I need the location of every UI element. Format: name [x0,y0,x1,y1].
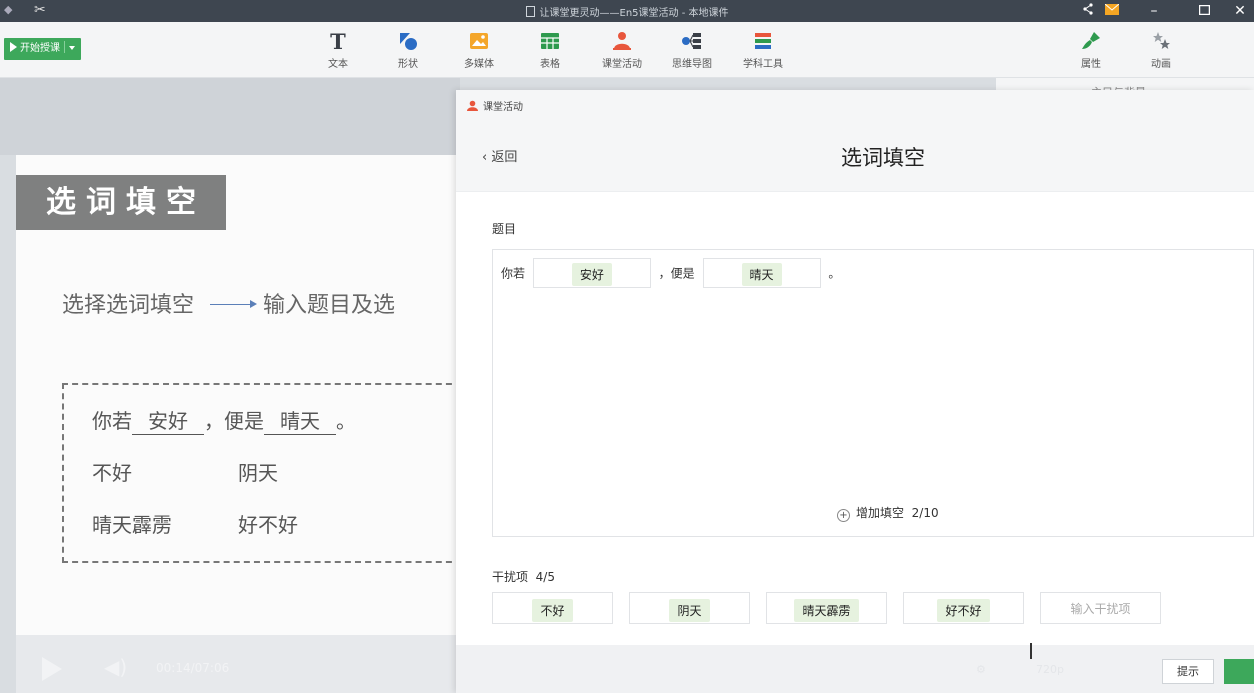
distractor-list: 不好 阴天 晴天霹雳 好不好 输入干扰项 [492,592,1161,624]
settings-icon[interactable]: ⚙ [976,663,986,676]
mindmap-icon [662,30,722,54]
shape-icon [378,30,438,54]
minimize-icon[interactable]: – [1140,0,1168,22]
arrow-icon [210,300,258,308]
text-icon: T [308,29,368,54]
confirm-button[interactable] [1224,659,1254,684]
tool-text[interactable]: T 文本 [308,29,368,70]
blank-cell[interactable]: 晴天 [702,258,821,288]
activity-panel: 课堂活动 ‹ 返回 选词填空 题目 你若 安好 ，便是 晴天 。 + 增加填空 2… [456,90,1254,693]
start-lesson-button[interactable]: 开始授课 [4,38,81,60]
distractor-item[interactable]: 好不好 [903,592,1024,624]
quality-label[interactable]: 720p [1036,663,1064,676]
question-sentence: 你若 安好 ，便是 晴天 。 [501,258,840,288]
flow-text: 选择选词填空 输入题目及选 [62,293,396,318]
distractor-item[interactable]: 阴天 [629,592,750,624]
answer-chip[interactable]: 晴天 [741,263,782,286]
tool-media[interactable]: 多媒体 [449,30,509,70]
blank-cell[interactable]: 安好 [532,258,651,288]
add-blank-button[interactable]: + 增加填空 2/10 [837,504,939,522]
panel-footer [456,645,1254,693]
question-label: 题目 [492,222,517,236]
distractor-item[interactable]: 晴天霹雳 [766,592,887,624]
title-bar: ◆ ✂ 让课堂更灵动——En5课堂活动 - 本地课件 – ✕ [0,0,1254,22]
chevron-left-icon: ‹ [482,150,488,165]
toolbar: 开始授课 T 文本 形状 多媒体 表格 课堂活动 思维导图 学科工具 属性 动画 [0,22,1254,78]
window-title: 让课堂更灵动——En5课堂活动 - 本地课件 [0,4,1254,19]
stars-icon [1131,30,1191,54]
slide-title: 选词填空 [16,175,226,230]
volume-icon[interactable]: ◀) [104,655,127,679]
panel-header: 课堂活动 ‹ 返回 选词填空 [456,90,1254,192]
svg-text:T: T [330,30,346,52]
media-icon [449,30,509,54]
distractor-label: 干扰项 4/5 [492,570,555,584]
tool-properties[interactable]: 属性 [1061,30,1121,70]
example-options-row: 晴天霹雳 好不好 [92,513,298,537]
question-editor[interactable]: 你若 安好 ，便是 晴天 。 + 增加填空 2/10 [492,249,1254,537]
maximize-icon[interactable] [1190,0,1218,22]
slide-canvas[interactable]: 选词填空 选择选词填空 输入题目及选 你若 安好 ，便是 晴天。 不好 阴天 晴天霹雳 好不… [16,155,462,635]
canvas-background [0,78,460,155]
table-icon [520,30,580,54]
mail-icon[interactable] [1098,0,1126,22]
document-icon [525,6,535,17]
tool-animation[interactable]: 动画 [1131,30,1191,70]
close-icon[interactable]: ✕ [1226,0,1254,22]
distractor-item[interactable]: 不好 [492,592,613,624]
activity-icon [592,30,652,54]
chevron-down-icon[interactable] [69,46,75,50]
tool-mindmap[interactable]: 思维导图 [662,30,722,70]
player-time: 00:14/07:06 [156,661,230,675]
panel-title: 课堂活动 [466,98,523,113]
back-button[interactable]: ‹ 返回 [482,146,517,165]
play-icon[interactable] [42,657,62,681]
tool-activity[interactable]: 课堂活动 [592,30,652,70]
example-sentence: 你若 安好 ，便是 晴天。 [92,405,356,435]
panel-heading: 选词填空 [841,146,925,170]
tool-shape[interactable]: 形状 [378,30,438,70]
tool-table[interactable]: 表格 [520,30,580,70]
video-player-bar: ◀) 00:14/07:06 [16,635,456,693]
brush-icon [1061,30,1121,54]
subject-tools-icon [733,30,793,54]
example-options-row: 不好 阴天 [92,461,278,485]
activity-icon [467,100,478,111]
answer-chip[interactable]: 安好 [571,263,612,286]
hint-button[interactable]: 提示 [1162,659,1214,684]
play-icon [10,42,17,52]
distractor-input[interactable]: 输入干扰项 [1040,592,1161,624]
example-box: 你若 安好 ，便是 晴天。 不好 阴天 晴天霹雳 好不好 [62,383,462,563]
text-cursor [1030,643,1032,659]
tool-subject-tools[interactable]: 学科工具 [733,30,793,70]
plus-circle-icon: + [837,509,850,522]
